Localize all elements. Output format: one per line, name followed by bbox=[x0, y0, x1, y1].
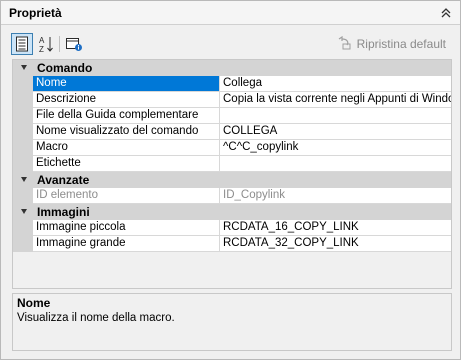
category-label: Avanzate bbox=[37, 173, 90, 187]
property-pages-icon[interactable] bbox=[63, 33, 85, 55]
collapse-triangle-icon[interactable] bbox=[17, 172, 31, 188]
properties-panel: Proprietà A Z Ripristina default Comando… bbox=[0, 0, 461, 360]
panel-title: Proprietà bbox=[9, 6, 62, 20]
property-value[interactable]: RCDATA_16_COPY_LINK bbox=[220, 220, 451, 236]
toolbar-separator bbox=[59, 36, 60, 52]
collapse-triangle-icon[interactable] bbox=[17, 204, 31, 220]
property-name[interactable]: Nome bbox=[33, 76, 220, 92]
svg-text:A: A bbox=[39, 36, 45, 45]
property-grid: Comando Nome Collega Descrizione Copia l… bbox=[12, 59, 452, 289]
property-value[interactable]: Collega bbox=[220, 76, 451, 92]
double-chevron-up-icon[interactable] bbox=[438, 5, 454, 21]
property-name[interactable]: Immagine grande bbox=[33, 236, 220, 252]
description-title: Nome bbox=[17, 296, 51, 310]
category-label: Immagini bbox=[37, 205, 90, 219]
description-text: Visualizza il nome della macro. bbox=[17, 312, 175, 324]
reset-defaults-label: Ripristina default bbox=[356, 37, 446, 51]
description-pane: Nome Visualizza il nome della macro. bbox=[12, 293, 452, 351]
property-row-id-elemento[interactable]: ID elemento ID_Copylink bbox=[13, 188, 451, 204]
collapse-triangle-icon[interactable] bbox=[17, 60, 31, 76]
property-row-help-file[interactable]: File della Guida complementare bbox=[13, 108, 451, 124]
property-value[interactable]: RCDATA_32_COPY_LINK bbox=[220, 236, 451, 252]
property-row-small-image[interactable]: Immagine piccola RCDATA_16_COPY_LINK bbox=[13, 220, 451, 236]
reset-defaults-button[interactable]: Ripristina default bbox=[337, 35, 446, 53]
panel-titlebar: Proprietà bbox=[1, 1, 460, 25]
svg-text:Z: Z bbox=[39, 45, 44, 53]
category-row-comando[interactable]: Comando bbox=[13, 60, 451, 76]
category-row-immagini[interactable]: Immagini bbox=[13, 204, 451, 220]
property-value[interactable] bbox=[220, 108, 451, 124]
property-name[interactable]: Nome visualizzato del comando bbox=[33, 124, 220, 140]
property-row-etichette[interactable]: Etichette bbox=[13, 156, 451, 172]
property-name[interactable]: Macro bbox=[33, 140, 220, 156]
property-name[interactable]: ID elemento bbox=[33, 188, 220, 204]
property-row-display-name[interactable]: Nome visualizzato del comando COLLEGA bbox=[13, 124, 451, 140]
category-label: Comando bbox=[37, 61, 93, 75]
property-row-large-image[interactable]: Immagine grande RCDATA_32_COPY_LINK bbox=[13, 236, 451, 252]
property-name[interactable]: Etichette bbox=[33, 156, 220, 172]
property-row-nome[interactable]: Nome Collega bbox=[13, 76, 451, 92]
property-value: ID_Copylink bbox=[220, 188, 451, 204]
property-row-descrizione[interactable]: Descrizione Copia la vista corrente negl… bbox=[13, 92, 451, 108]
property-value[interactable]: COLLEGA bbox=[220, 124, 451, 140]
property-value[interactable]: ^C^C_copylink bbox=[220, 140, 451, 156]
sort-az-icon[interactable]: A Z bbox=[35, 33, 57, 55]
categorized-list-icon[interactable] bbox=[11, 33, 33, 55]
properties-toolbar: A Z Ripristina default bbox=[1, 30, 460, 60]
property-name[interactable]: Descrizione bbox=[33, 92, 220, 108]
property-name[interactable]: File della Guida complementare bbox=[33, 108, 220, 124]
property-value[interactable]: Copia la vista corrente negli Appunti di… bbox=[220, 92, 451, 108]
category-row-avanzate[interactable]: Avanzate bbox=[13, 172, 451, 188]
property-value[interactable] bbox=[220, 156, 451, 172]
property-name[interactable]: Immagine piccola bbox=[33, 220, 220, 236]
property-row-macro[interactable]: Macro ^C^C_copylink bbox=[13, 140, 451, 156]
reset-icon bbox=[337, 35, 353, 53]
